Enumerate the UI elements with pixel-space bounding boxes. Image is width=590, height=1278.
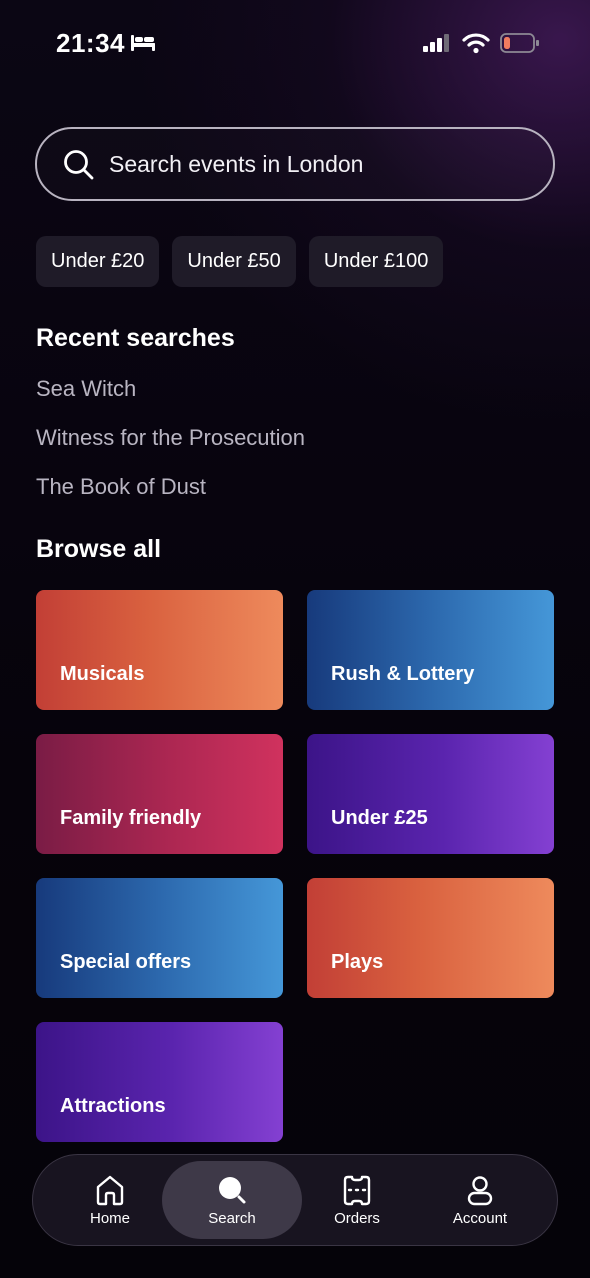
category-tile-under-25[interactable]: Under £25 (307, 734, 554, 854)
chip-under-100[interactable]: Under £100 (308, 236, 444, 287)
battery-icon (500, 33, 540, 58)
recent-searches-title: Recent searches (36, 324, 235, 352)
search-input[interactable] (109, 145, 529, 183)
recent-search-item[interactable]: Sea Witch (36, 374, 305, 423)
home-icon (96, 1175, 124, 1205)
signal-icon (422, 34, 452, 57)
search-icon (63, 149, 95, 186)
category-tile-musicals[interactable]: Musicals (36, 590, 283, 710)
category-label: Plays (331, 951, 384, 973)
bottom-nav: Home Search Orders Account (32, 1154, 558, 1246)
category-label: Attractions (60, 1095, 166, 1117)
status-time: 21:34 (56, 28, 125, 58)
ticket-icon (343, 1175, 371, 1205)
recent-search-item[interactable]: Witness for the Prosecution (36, 423, 305, 472)
category-tile-attractions[interactable]: Attractions (36, 1022, 283, 1142)
recent-searches-list: Sea Witch Witness for the Prosecution Th… (36, 374, 305, 521)
recent-search-item[interactable]: The Book of Dust (36, 472, 305, 521)
category-tile-plays[interactable]: Plays (307, 878, 554, 998)
search-bar[interactable] (35, 127, 555, 201)
browse-all-title: Browse all (36, 535, 162, 563)
category-tile-family-friendly[interactable]: Family friendly (36, 734, 283, 854)
nav-label: Orders (334, 1209, 380, 1227)
category-tile-special-offers[interactable]: Special offers (36, 878, 283, 998)
nav-label: Search (208, 1209, 256, 1227)
category-tile-rush-lottery[interactable]: Rush & Lottery (307, 590, 554, 710)
bed-icon (130, 34, 156, 57)
status-bar: 21:34 (0, 0, 590, 90)
search-icon (219, 1176, 246, 1203)
nav-search[interactable]: Search (162, 1161, 302, 1239)
category-label: Special offers (60, 951, 192, 973)
category-label: Rush & Lottery (331, 663, 475, 685)
category-label: Musicals (60, 663, 145, 685)
nav-orders[interactable]: Orders (287, 1161, 427, 1239)
price-filter-chips: Under £20 Under £50 Under £100 (36, 236, 444, 287)
nav-account[interactable]: Account (410, 1161, 550, 1239)
chip-under-50[interactable]: Under £50 (172, 236, 296, 287)
category-label: Family friendly (60, 807, 202, 829)
nav-label: Home (89, 1209, 130, 1227)
wifi-icon (462, 32, 490, 59)
nav-label: Account (452, 1209, 508, 1227)
chip-under-20[interactable]: Under £20 (36, 236, 160, 287)
category-label: Under £25 (331, 807, 428, 829)
user-icon (467, 1175, 493, 1205)
search-screen: 21:34 Search events in London Under £20 … (0, 0, 590, 1278)
nav-home[interactable]: Home (40, 1161, 180, 1239)
